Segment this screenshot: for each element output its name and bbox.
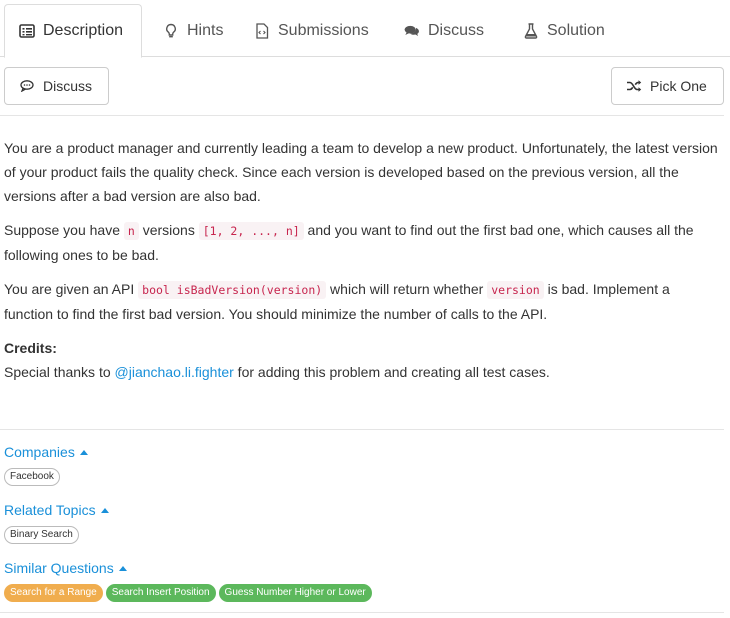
- pick-one-button[interactable]: Pick One: [611, 67, 724, 105]
- companies-tags: Facebook: [4, 468, 88, 486]
- paragraph: Suppose you have n versions [1, 2, ..., …: [4, 218, 722, 267]
- author-link[interactable]: @jianchao.li.fighter: [115, 364, 234, 380]
- problem-description: You are a product manager and currently …: [4, 136, 722, 384]
- flask-icon: [523, 22, 539, 39]
- credits-title: Credits:: [4, 340, 57, 356]
- inline-code: [1, 2, ..., n]: [198, 222, 304, 240]
- similar-questions-section: Similar Questions Search for a Range Sea…: [4, 560, 372, 602]
- paragraph: You are given an API bool isBadVersion(v…: [4, 277, 722, 326]
- topic-tags: Binary Search: [4, 526, 109, 544]
- paragraph-text: Suppose you have: [4, 222, 124, 238]
- tab-hints[interactable]: Hints: [149, 4, 237, 57]
- tab-discuss[interactable]: Discuss: [390, 4, 498, 57]
- paragraph-text: which will return whether: [326, 281, 488, 297]
- tab-solution[interactable]: Solution: [509, 4, 619, 57]
- credits-text-part: for adding this problem and creating all…: [233, 364, 550, 380]
- section-title: Similar Questions: [4, 560, 114, 576]
- pick-one-button-label: Pick One: [650, 78, 707, 94]
- tab-submissions[interactable]: Submissions: [240, 4, 383, 57]
- related-topics-section: Related Topics Binary Search: [4, 502, 109, 544]
- similar-questions-toggle[interactable]: Similar Questions: [4, 560, 372, 576]
- discuss-button-label: Discuss: [43, 78, 93, 94]
- divider: [0, 429, 724, 430]
- tab-label: Solution: [547, 21, 605, 39]
- credits-text: Special thanks to @jianchao.li.fighter f…: [4, 360, 722, 384]
- lightbulb-icon: [163, 23, 179, 39]
- companies-toggle[interactable]: Companies: [4, 444, 88, 460]
- code-file-icon: [254, 22, 270, 39]
- comment-icon: [19, 78, 35, 94]
- section-title: Related Topics: [4, 502, 96, 518]
- comments-icon: [404, 23, 420, 39]
- divider: [0, 612, 724, 613]
- inline-code: version: [487, 281, 544, 299]
- topic-tag[interactable]: Binary Search: [4, 526, 79, 544]
- tab-label: Hints: [187, 21, 224, 39]
- similar-question-tag[interactable]: Guess Number Higher or Lower: [218, 584, 372, 602]
- similar-question-tags: Search for a Range Search Insert Positio…: [4, 584, 372, 602]
- similar-question-tag[interactable]: Search for a Range: [4, 584, 103, 602]
- inline-code: bool isBadVersion(version): [138, 281, 327, 299]
- section-title: Companies: [4, 444, 75, 460]
- inline-code: n: [123, 222, 139, 240]
- company-tag[interactable]: Facebook: [4, 468, 60, 486]
- paragraph-text: You are given an API: [4, 281, 139, 297]
- companies-section: Companies Facebook: [4, 444, 88, 486]
- tab-label: Description: [43, 22, 124, 39]
- caret-up-icon: [118, 566, 127, 571]
- paragraph-text: You are a product manager and currently …: [4, 140, 718, 204]
- caret-up-icon: [79, 450, 88, 455]
- shuffle-icon: [626, 78, 642, 94]
- similar-question-tag[interactable]: Search Insert Position: [105, 584, 216, 602]
- related-topics-toggle[interactable]: Related Topics: [4, 502, 109, 518]
- tab-label: Submissions: [278, 21, 369, 39]
- divider: [0, 115, 724, 116]
- discuss-button[interactable]: Discuss: [4, 67, 109, 105]
- paragraph-text: versions: [138, 222, 199, 238]
- tab-description[interactable]: Description: [4, 4, 142, 58]
- credits-text-part: Special thanks to: [4, 364, 115, 380]
- caret-up-icon: [100, 508, 109, 513]
- problem-tabs: Description Hints Submissions Discuss So…: [0, 0, 730, 58]
- tab-label: Discuss: [428, 21, 485, 39]
- description-icon: [19, 23, 35, 39]
- paragraph: You are a product manager and currently …: [4, 136, 722, 208]
